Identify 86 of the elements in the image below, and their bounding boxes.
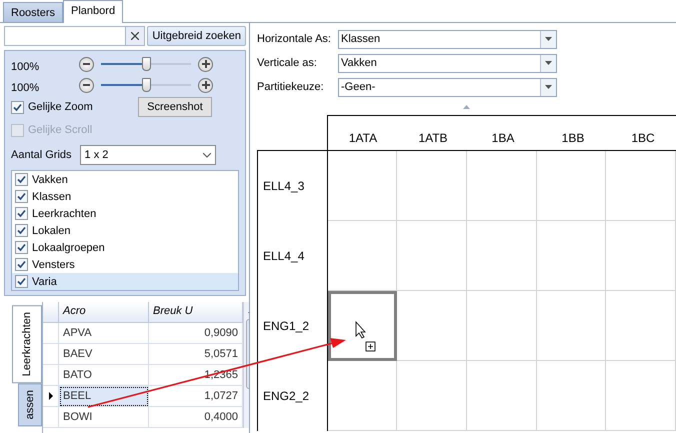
dropdown-arrow-icon — [545, 85, 552, 89]
grid-cell[interactable] — [467, 151, 537, 221]
zoom-out-button[interactable] — [79, 78, 94, 92]
advanced-search-button[interactable]: Uitgebreid zoeken — [147, 26, 246, 46]
dropdown-arrow-icon — [545, 37, 552, 41]
zoom-in-button[interactable] — [198, 78, 213, 92]
dropdown-arrow-icon — [545, 61, 552, 65]
grid-cell[interactable] — [467, 291, 537, 361]
zoom-reading: 100% — [11, 60, 40, 73]
current-row-icon — [48, 392, 52, 400]
chevron-down-icon — [202, 152, 211, 158]
grids-label: Aantal Grids — [11, 149, 72, 161]
side-tab[interactable]: assen — [18, 383, 42, 427]
column-header: 1BB — [560, 130, 586, 147]
layer-item[interactable]: Lokalen — [12, 222, 238, 239]
layer-item[interactable]: Vensters — [12, 256, 238, 273]
grid-cell[interactable] — [606, 221, 676, 291]
slider-thumb[interactable] — [142, 57, 151, 71]
axis-label: Verticale as: — [257, 57, 318, 69]
tab[interactable]: Planbord — [63, 0, 124, 23]
grids-dropdown[interactable]: 1 x 2 — [80, 145, 216, 165]
grid-cell[interactable] — [606, 291, 676, 361]
axis-label: Horizontale As: — [257, 33, 332, 45]
tab[interactable]: Roosters — [3, 2, 64, 22]
layer-item[interactable]: Leerkrachten — [12, 205, 238, 222]
axis-dropdown[interactable]: -Geen- — [338, 78, 557, 96]
grid-cell[interactable] — [606, 361, 676, 431]
screenshot-button[interactable]: Screenshot — [138, 97, 212, 117]
axis-dropdown[interactable]: Klassen — [338, 30, 557, 48]
grid-cell[interactable] — [397, 151, 467, 221]
plus-icon — [202, 81, 210, 89]
grid-cell[interactable] — [536, 151, 606, 221]
column-header[interactable]: Breuk U — [149, 302, 243, 323]
layer-item[interactable]: Varia — [12, 273, 238, 290]
collapse-icon[interactable] — [463, 105, 470, 109]
row-header: ENG2_2 — [258, 361, 328, 431]
grid-cell[interactable] — [536, 361, 606, 431]
column-header[interactable]: Acro — [59, 302, 149, 323]
row-header: ELL4_4 — [258, 221, 328, 291]
grid-cell[interactable] — [397, 221, 467, 291]
slider-thumb[interactable] — [142, 78, 151, 92]
side-tab[interactable]: Leerkrachten — [12, 305, 42, 384]
minus-icon — [83, 84, 90, 86]
check-icon — [13, 102, 22, 112]
grid-cell[interactable] — [467, 221, 537, 291]
plus-icon — [202, 60, 210, 68]
zoom-out-button[interactable] — [79, 56, 94, 72]
option-checkbox[interactable]: Gelijke Zoom — [11, 100, 93, 114]
minus-icon — [83, 63, 90, 65]
close-icon — [131, 32, 140, 40]
table-cell: 1,0727 — [149, 386, 243, 407]
row-header: ELL4_3 — [258, 151, 328, 221]
column-header: 1BA — [490, 130, 516, 147]
row-header-corner — [43, 302, 59, 323]
grid-cell[interactable] — [397, 361, 467, 431]
clear-button[interactable] — [125, 27, 144, 45]
grid-cell[interactable] — [397, 291, 467, 361]
grid-cell[interactable] — [328, 151, 398, 221]
grid-cell[interactable] — [536, 221, 606, 291]
table-cell: APVA — [59, 323, 149, 344]
table-cell: BOWI — [59, 407, 149, 428]
zoom-reading: 100% — [11, 81, 40, 94]
table-cell: BATO — [59, 365, 149, 386]
column-header: 1ATA — [348, 130, 378, 147]
table-cell: 5,0571 — [149, 344, 243, 365]
drag-cursor-icon — [356, 320, 376, 352]
grid-cell[interactable] — [536, 291, 606, 361]
column-header: 1BC — [630, 130, 656, 147]
table-cell: BEEL — [59, 386, 149, 407]
search-field[interactable] — [4, 26, 146, 46]
row-header: ENG1_2 — [258, 291, 328, 361]
zoom-in-button[interactable] — [198, 56, 213, 72]
table-cell: 0,9090 — [149, 323, 243, 344]
layer-item[interactable]: Klassen — [12, 188, 238, 205]
grid-cell[interactable] — [328, 291, 398, 361]
grid-cell[interactable] — [328, 221, 398, 291]
grid-cell[interactable] — [328, 361, 398, 431]
table-cell: 0,4000 — [149, 407, 243, 428]
grid-cell[interactable] — [606, 151, 676, 221]
column-header: 1ATB — [417, 130, 449, 147]
axis-dropdown[interactable]: Vakken — [338, 54, 557, 72]
table-cell: BAEV — [59, 344, 149, 365]
layer-item[interactable]: Vakken — [12, 171, 238, 188]
layer-item[interactable]: Lokaalgroepen — [12, 239, 238, 256]
axis-label: Partitiekeuze: — [257, 81, 325, 93]
grid-cell[interactable] — [467, 361, 537, 431]
